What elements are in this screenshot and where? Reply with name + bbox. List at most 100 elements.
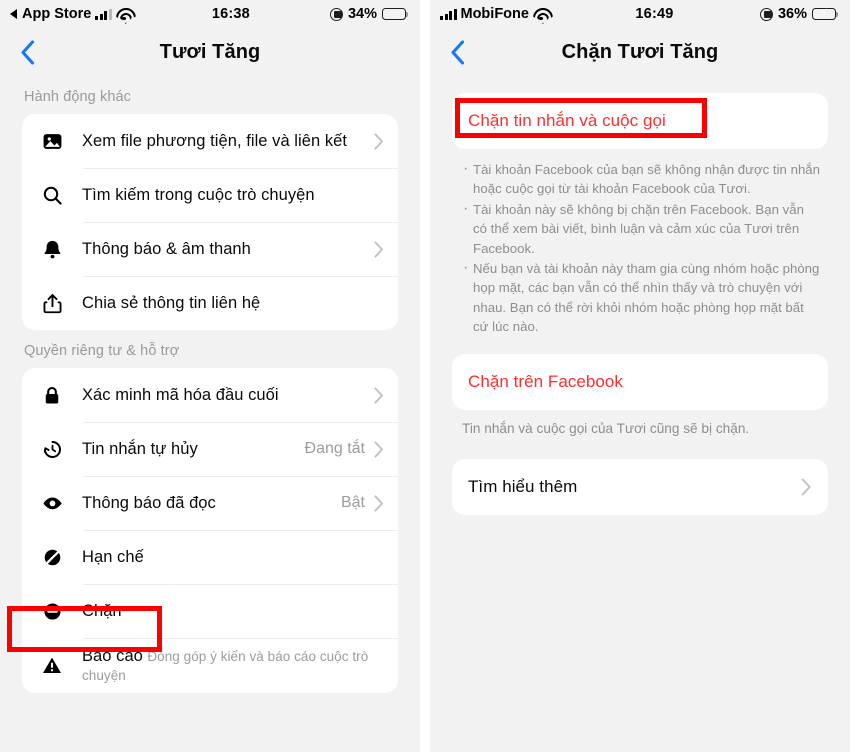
signal-bars-icon <box>440 8 457 20</box>
list-item: Tài khoản Facebook của bạn sẽ không nhận… <box>462 159 820 199</box>
battery-icon <box>382 7 409 21</box>
row-read-receipts[interactable]: Thông báo đã đọc Bật <box>22 476 398 530</box>
row-block-messages-and-calls[interactable]: Chặn tin nhắn và cuộc gọi <box>452 93 828 149</box>
right-status-bar: MobiFone 16:49 36% ⚡ <box>430 0 850 28</box>
left-phone-screen: App Store 16:38 34% Tươi Tăng Hành động … <box>0 0 420 752</box>
left-settings-list: Hành động khác Xem file phương tiện, fil… <box>0 76 420 693</box>
row-text-wrap: Thông báo đã đọc <box>82 493 333 514</box>
clock-history-icon <box>35 439 69 460</box>
block-messages-explanation-list: Tài khoản Facebook của bạn sẽ không nhận… <box>452 149 828 344</box>
row-value: Bật <box>340 494 365 511</box>
row-label: Tìm kiếm trong cuộc trò chuyện <box>82 185 315 204</box>
carrier-label: MobiFone <box>460 6 529 22</box>
card-learn-more: Tìm hiểu thêm <box>452 458 828 515</box>
row-text-wrap: Tìm hiểu thêm <box>468 476 792 498</box>
row-text-wrap: Chặn <box>82 601 384 622</box>
screen-lock-rotation-icon <box>329 7 343 21</box>
battery-percent-label: 36% <box>777 6 807 22</box>
dual-screenshot-container: App Store 16:38 34% Tươi Tăng Hành động … <box>0 0 850 752</box>
status-left-group: MobiFone <box>440 6 549 22</box>
bell-icon <box>35 239 69 260</box>
row-text-wrap: Báo cáo Đóng góp ý kiến và báo cáo cuộc … <box>82 646 384 685</box>
row-text-wrap: Chia sẻ thông tin liên hệ <box>82 293 384 314</box>
status-left-group: App Store <box>10 6 132 22</box>
status-clock: 16:38 <box>211 6 250 22</box>
row-label: Tìm hiểu thêm <box>468 476 578 496</box>
chevron-right-icon <box>801 478 812 496</box>
row-label: Chia sẻ thông tin liên hệ <box>82 293 261 312</box>
block-icon <box>35 601 69 622</box>
row-verify-end-to-end-encryption[interactable]: Xác minh mã hóa đầu cuối <box>22 368 398 422</box>
eye-icon <box>35 493 69 514</box>
row-label: Hạn chế <box>82 547 144 566</box>
row-text-wrap: Xác minh mã hóa đầu cuối <box>82 385 365 406</box>
spacer-bottom <box>452 449 828 459</box>
left-nav-bar: Tươi Tăng <box>0 28 420 76</box>
row-text-wrap: Chặn tin nhắn và cuộc gọi <box>468 110 812 132</box>
page-title: Tươi Tăng <box>159 40 261 63</box>
row-label: Thông báo đã đọc <box>82 493 216 512</box>
wifi-icon <box>116 8 132 21</box>
card-block-messages-calls: Chặn tin nhắn và cuộc gọi <box>452 93 828 149</box>
row-text-wrap: Tin nhắn tự hủy <box>82 439 297 460</box>
wifi-icon <box>533 8 549 21</box>
right-phone-screen: MobiFone 16:49 36% ⚡ Chặn Tươi Tăng Chặn… <box>430 0 850 752</box>
search-icon <box>35 185 69 206</box>
row-disappearing-messages[interactable]: Tin nhắn tự hủy Đang tắt <box>22 422 398 476</box>
row-label: Chặn <box>82 601 122 620</box>
row-report[interactable]: Báo cáo Đóng góp ý kiến và báo cáo cuộc … <box>22 638 398 693</box>
row-label: Thông báo & âm thanh <box>82 239 251 258</box>
spacer-mid <box>452 344 828 354</box>
chevron-right-icon <box>374 132 384 150</box>
row-notifications-and-sounds[interactable]: Thông báo & âm thanh <box>22 222 398 276</box>
back-button[interactable] <box>444 39 470 65</box>
row-learn-more[interactable]: Tìm hiểu thêm <box>452 459 828 515</box>
battery-percent-label: 34% <box>347 6 377 22</box>
chevron-right-icon <box>374 440 384 458</box>
row-text-wrap: Hạn chế <box>82 547 384 568</box>
row-value: Đang tắt <box>304 440 365 457</box>
row-restrict[interactable]: Hạn chế <box>22 530 398 584</box>
row-share-contact-info[interactable]: Chia sẻ thông tin liên hệ <box>22 276 398 330</box>
status-clock: 16:49 <box>635 6 674 22</box>
row-block[interactable]: Chặn <box>22 584 398 638</box>
spacer-top <box>452 76 828 93</box>
back-to-app-label[interactable]: App Store <box>22 6 91 22</box>
row-block-on-facebook[interactable]: Chặn trên Facebook <box>452 354 828 410</box>
row-label: Tin nhắn tự hủy <box>82 439 198 458</box>
card-block-on-facebook: Chặn trên Facebook <box>452 353 828 410</box>
lock-icon <box>35 385 69 406</box>
signal-bars-icon <box>95 8 112 20</box>
row-text-wrap: Thông báo & âm thanh <box>82 239 365 260</box>
left-status-bar: App Store 16:38 34% <box>0 0 420 28</box>
row-search-in-conversation[interactable]: Tìm kiếm trong cuộc trò chuyện <box>22 168 398 222</box>
back-button[interactable] <box>14 39 40 65</box>
section-header-privacy-support: Quyền riêng tư & hỗ trợ <box>24 343 180 359</box>
right-settings-list: Chặn tin nhắn và cuộc gọi Tài khoản Face… <box>430 76 850 515</box>
list-item: Tài khoản này sẽ không bị chặn trên Face… <box>462 199 820 258</box>
card-privacy-support: Xác minh mã hóa đầu cuối Tin nhắn tự hủy… <box>22 368 398 693</box>
row-text-wrap: Chặn trên Facebook <box>468 371 812 393</box>
chevron-right-icon <box>374 386 384 404</box>
back-to-app-arrow-icon[interactable] <box>10 9 17 19</box>
chevron-right-icon <box>374 240 384 258</box>
restrict-icon <box>35 547 69 568</box>
battery-charging-icon: ⚡ <box>812 7 839 21</box>
status-right-group: 36% ⚡ <box>759 6 839 22</box>
row-text-wrap: Xem file phương tiện, file và liên kết <box>82 131 365 152</box>
share-icon <box>35 293 69 314</box>
row-label: Xem file phương tiện, file và liên kết <box>82 131 347 150</box>
row-label: Chặn trên Facebook <box>468 371 623 391</box>
row-label: Chặn tin nhắn và cuộc gọi <box>468 111 666 131</box>
chevron-right-icon <box>374 494 384 512</box>
charging-bolt-icon: ⚡ <box>820 7 828 20</box>
status-right-group: 34% <box>329 6 409 22</box>
row-label: Xác minh mã hóa đầu cuối <box>82 385 279 404</box>
block-on-facebook-note: Tin nhắn và cuộc gọi của Tươi cũng sẽ bị… <box>462 420 750 436</box>
row-label: Báo cáo <box>82 647 143 665</box>
photo-icon <box>35 131 69 152</box>
screen-lock-rotation-icon <box>759 7 773 21</box>
row-view-media-files-links[interactable]: Xem file phương tiện, file và liên kết <box>22 114 398 168</box>
right-nav-bar: Chặn Tươi Tăng <box>430 28 850 76</box>
list-item: Nếu bạn và tài khoản này tham gia cùng n… <box>462 258 820 337</box>
